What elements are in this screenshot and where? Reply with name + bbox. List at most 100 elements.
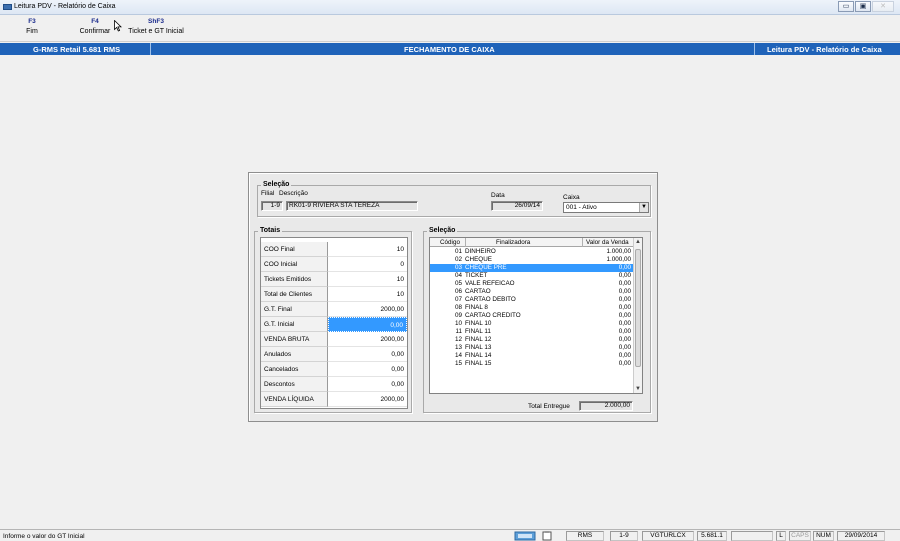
mouse-cursor-icon [114, 20, 122, 32]
list-finalizadora: CHEQUE [465, 256, 492, 263]
list-finalizadora: TICKET [465, 272, 488, 279]
filial-field: 1-9 [261, 201, 283, 211]
list-item[interactable]: 13 FINAL 13 0,00 [430, 344, 634, 352]
list-codigo: 07 [454, 296, 462, 303]
total-value[interactable]: 2000,00 [328, 302, 407, 317]
list-finalizadora: FINAL 14 [465, 352, 492, 359]
totais-row: G.T. Final 2000,00 [261, 302, 407, 317]
list-codigo: 02 [454, 256, 462, 263]
total-value[interactable]: 0 [328, 257, 407, 272]
list-item-selected[interactable]: 03 CHEQUE PRE 0,00 [430, 264, 634, 272]
finalizadora-list[interactable]: Código Finalizadora Valor da Venda 01 DIN… [429, 237, 643, 394]
list-codigo: 11 [455, 328, 462, 335]
list-codigo: 01 [454, 248, 462, 255]
maximize-icon[interactable]: ▣ [855, 1, 871, 12]
module-header: G-RMS Retail 5.681 RMS FECHAMENTO DE CAI… [0, 43, 900, 55]
total-label: Total de Clientes [261, 287, 328, 302]
list-item[interactable]: 05 VALE REFEICAO 0,00 [430, 280, 634, 288]
totais-row: Tickets Emitidos 10 [261, 272, 407, 287]
total-value[interactable]: 10 [328, 272, 407, 287]
list-valor: 0,00 [618, 272, 631, 279]
list-item[interactable]: 11 FINAL 11 0,00 [430, 328, 634, 336]
list-valor: 1.000,00 [606, 248, 631, 255]
status-program: VGTURLCX [642, 531, 694, 541]
clipboard-icon [542, 531, 552, 541]
list-finalizadora: VALE REFEICAO [465, 280, 515, 287]
list-valor: 0,00 [618, 328, 631, 335]
list-codigo: 10 [454, 320, 462, 327]
data-label: Data [491, 192, 505, 199]
caixa-select[interactable]: 001 - Ativo ▼ [563, 202, 649, 213]
screen-title: FECHAMENTO DE CAIXA [404, 45, 495, 54]
list-item[interactable]: 04 TICKET 0,00 [430, 272, 634, 280]
header-divider [150, 43, 151, 55]
list-codigo: 14 [454, 352, 462, 359]
total-value[interactable]: 2000,00 [328, 332, 407, 347]
list-item[interactable]: 10 FINAL 10 0,00 [430, 320, 634, 328]
list-item[interactable]: 07 CARTAO DEBITO 0,00 [430, 296, 634, 304]
list-codigo: 12 [454, 336, 462, 343]
list-item[interactable]: 15 FINAL 15 0,00 [430, 360, 634, 368]
total-label: G.T. Final [261, 302, 328, 317]
gt-inicial-input[interactable]: 0,00 [328, 317, 407, 332]
fim-button[interactable]: F3 Fim [22, 18, 42, 35]
network-icon [514, 531, 536, 541]
totais-table: COO Final 10 COO Inicial 0 Tickets Emitido… [260, 237, 408, 409]
system-version: G-RMS Retail 5.681 RMS [33, 45, 121, 54]
total-value[interactable]: 0,00 [328, 362, 407, 377]
list-item[interactable]: 01 DINHEIRO 1.000,00 [430, 248, 634, 256]
confirmar-button[interactable]: F4 Confirmar [75, 18, 115, 35]
list-header: Código Finalizadora Valor da Venda [430, 238, 634, 247]
list-item[interactable]: 14 FINAL 14 0,00 [430, 352, 634, 360]
total-value[interactable]: 2000,00 [328, 392, 407, 407]
module-name: Leitura PDV - Relatório de Caixa [767, 45, 882, 54]
list-item[interactable]: 09 CARTAO CREDITO 0,00 [430, 312, 634, 320]
list-finalizadora: FINAL 8 [465, 304, 488, 311]
total-value[interactable]: 0,00 [328, 347, 407, 362]
totais-row: COO Final 10 [261, 242, 407, 257]
scroll-down-icon[interactable]: ▼ [634, 385, 642, 393]
list-codigo: 13 [454, 344, 462, 351]
window-title: Leitura PDV - Relatório de Caixa [14, 3, 116, 10]
total-label: Cancelados [261, 362, 328, 377]
status-message: Informe o valor do GT Inicial [3, 533, 85, 540]
total-entregue-field: 2.000,00 [579, 401, 633, 411]
list-valor: 0,00 [618, 304, 631, 311]
column-header-codigo[interactable]: Código [440, 239, 460, 246]
list-codigo: 08 [454, 304, 462, 311]
confirmar-label: Confirmar [79, 28, 111, 35]
list-codigo: 15 [454, 360, 462, 367]
selecao-filter-group: Seleção Filial 1-9 Descrição RK01-9 RIVI… [257, 181, 651, 217]
list-finalizadora: FINAL 11 [465, 328, 491, 335]
total-value[interactable]: 0,00 [328, 377, 407, 392]
list-finalizadora: CARTAO DEBITO [465, 296, 516, 303]
totais-row: Anulados 0,00 [261, 347, 407, 362]
close-icon[interactable]: ✕ [872, 1, 894, 12]
toolbar: F3 Fim F4 Confirmar ShF3 Ticket e GT Ini… [0, 15, 900, 42]
column-header-valor[interactable]: Valor da Venda [586, 239, 629, 246]
total-label: G.T. Inicial [261, 317, 328, 332]
total-value[interactable]: 10 [328, 287, 407, 302]
list-finalizadora: FINAL 12 [465, 336, 492, 343]
descricao-label: Descrição [279, 190, 308, 197]
ticket-gt-button[interactable]: ShF3 Ticket e GT Inicial [124, 18, 188, 35]
status-version: 5.681.1 [697, 531, 727, 541]
list-item[interactable]: 06 CARTAO 0,00 [430, 288, 634, 296]
list-finalizadora: CARTAO CREDITO [465, 312, 521, 319]
status-num: NUM [813, 531, 834, 541]
list-codigo: 03 [454, 264, 462, 271]
status-system: RMS [566, 531, 604, 541]
scroll-thumb[interactable] [635, 249, 641, 367]
status-l: L [776, 531, 786, 541]
dropdown-arrow-icon[interactable]: ▼ [639, 203, 648, 212]
scroll-up-icon[interactable]: ▲ [634, 238, 642, 246]
list-item[interactable]: 08 FINAL 8 0,00 [430, 304, 634, 312]
total-label: COO Final [261, 242, 328, 257]
total-value[interactable]: 10 [328, 242, 407, 257]
minimize-icon[interactable]: ▭ [838, 1, 854, 12]
column-header-finalizadora[interactable]: Finalizadora [496, 239, 530, 246]
list-item[interactable]: 02 CHEQUE 1.000,00 [430, 256, 634, 264]
list-valor: 0,00 [618, 296, 631, 303]
list-scrollbar[interactable]: ▲ ▼ [633, 238, 642, 393]
list-item[interactable]: 12 FINAL 12 0,00 [430, 336, 634, 344]
